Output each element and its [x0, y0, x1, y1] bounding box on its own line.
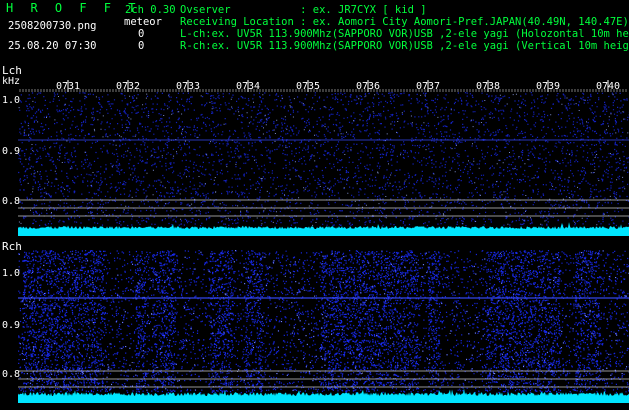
- time-tick-label: 0732: [116, 81, 140, 92]
- rch-label: Rch: [2, 240, 22, 253]
- lch-unit-label: kHz: [2, 76, 21, 87]
- lch-spectrogram: [18, 92, 629, 232]
- time-tick-label: 0739: [536, 81, 560, 92]
- time-tick-label: 0740: [596, 81, 620, 92]
- time-tick-label: 0737: [416, 81, 440, 92]
- rch-ytick-3: 0.8: [2, 369, 21, 380]
- time-tick-label: 0734: [236, 81, 260, 92]
- time-tick-label: 0733: [176, 81, 200, 92]
- spectrogram-canvas: 0731 0732 0733 0734 0735 0736 0737 0738 0739 0740: [18, 80, 629, 403]
- time-tick-label: 0735: [296, 81, 320, 92]
- rch-ytick-1: 1.0: [2, 268, 21, 279]
- lch-ytick-3: 0.8: [2, 196, 21, 207]
- time-tick-label: 0736: [356, 81, 380, 92]
- time-tick-label: 0731: [56, 81, 80, 92]
- time-tick-label: 0738: [476, 81, 500, 92]
- lch-ytick-2: 0.9: [2, 146, 21, 157]
- rch-ytick-2: 0.9: [2, 320, 21, 331]
- lch-ytick-1: 1.0: [2, 95, 21, 106]
